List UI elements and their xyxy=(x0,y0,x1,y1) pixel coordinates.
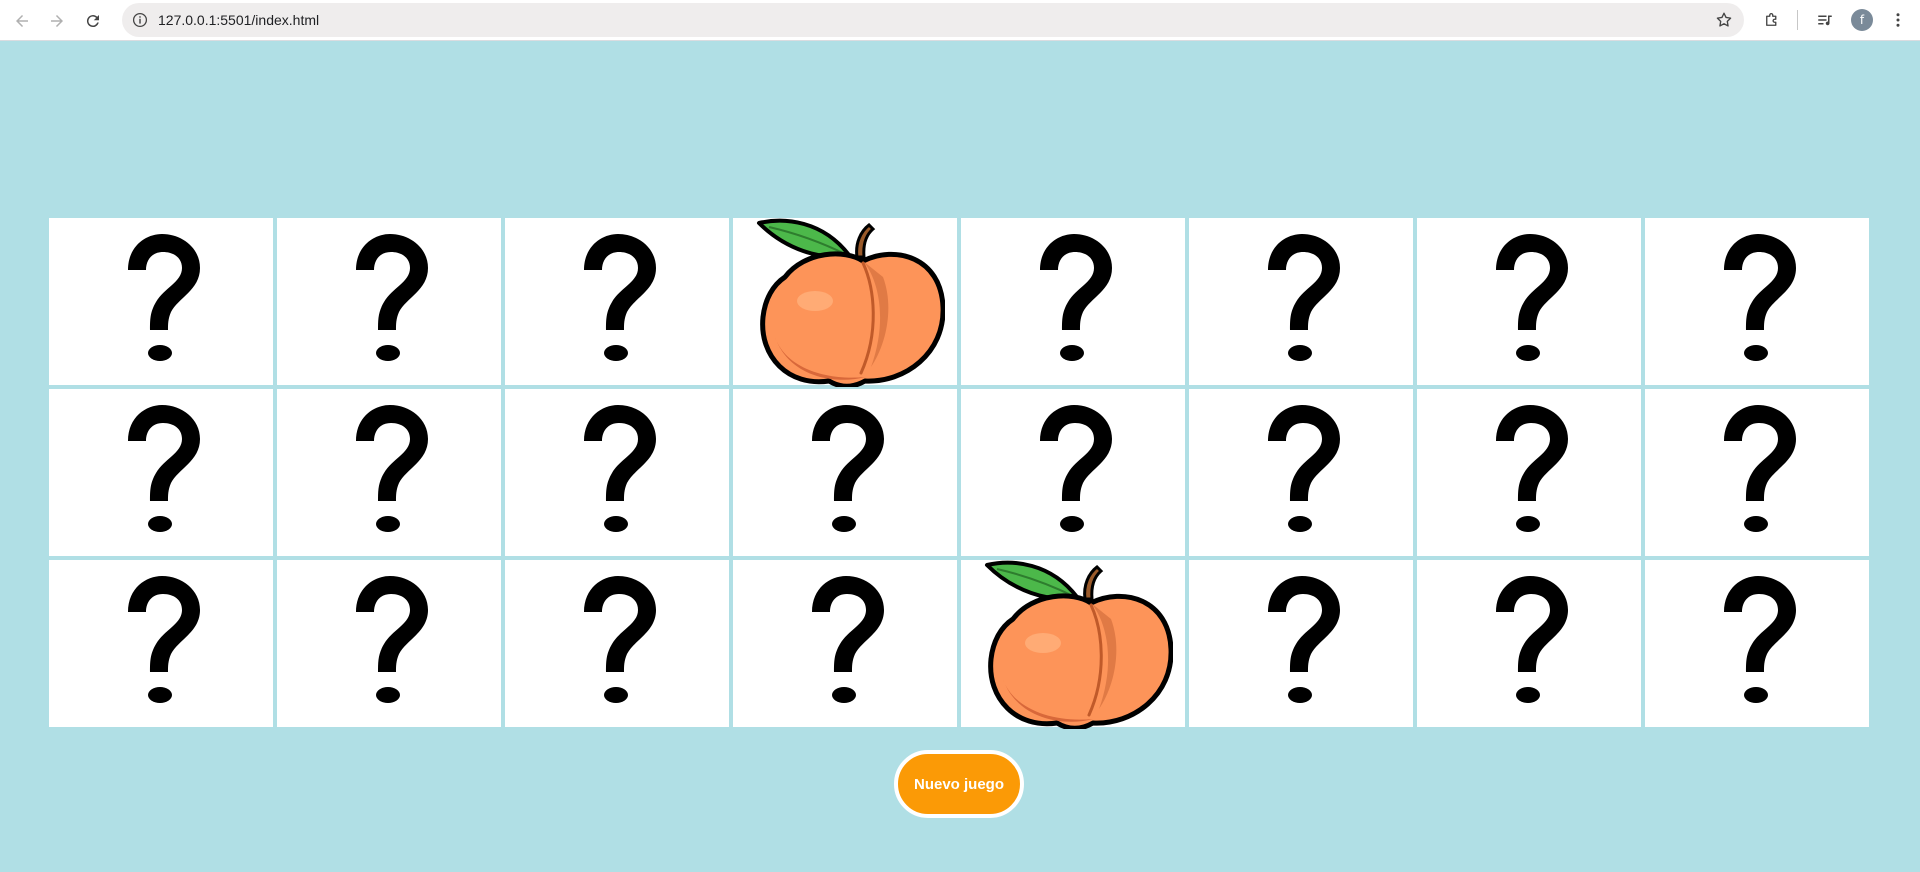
peach-icon xyxy=(757,218,945,387)
reload-icon[interactable] xyxy=(79,7,107,35)
question-mark-icon xyxy=(1496,404,1568,532)
question-mark-icon xyxy=(1724,404,1796,532)
profile-avatar[interactable]: f xyxy=(1851,9,1873,31)
card-hidden[interactable] xyxy=(49,218,273,385)
card-hidden[interactable] xyxy=(277,389,501,556)
card-hidden[interactable] xyxy=(1189,389,1413,556)
question-mark-icon xyxy=(1040,233,1112,361)
browser-toolbar: 127.0.0.1:5501/index.html f xyxy=(0,0,1920,41)
question-mark-icon xyxy=(1496,575,1568,703)
question-mark-icon xyxy=(1040,404,1112,532)
card-hidden[interactable] xyxy=(1189,560,1413,727)
card-hidden[interactable] xyxy=(1645,560,1869,727)
card-hidden[interactable] xyxy=(1645,389,1869,556)
forward-arrow-icon[interactable] xyxy=(43,7,71,35)
question-mark-icon xyxy=(1496,233,1568,361)
card-hidden[interactable] xyxy=(277,560,501,727)
card-revealed-peach[interactable] xyxy=(733,218,957,387)
card-hidden[interactable] xyxy=(505,560,729,727)
question-mark-icon xyxy=(812,404,884,532)
media-queue-icon[interactable] xyxy=(1813,8,1837,32)
question-mark-icon xyxy=(584,575,656,703)
card-hidden[interactable] xyxy=(961,218,1185,385)
question-mark-icon xyxy=(128,233,200,361)
question-mark-icon xyxy=(1268,575,1340,703)
memory-board xyxy=(49,218,1869,729)
puzzle-icon[interactable] xyxy=(1760,8,1784,32)
card-hidden[interactable] xyxy=(1417,560,1641,727)
question-mark-icon xyxy=(128,404,200,532)
question-mark-icon xyxy=(1724,575,1796,703)
card-hidden[interactable] xyxy=(505,218,729,385)
toolbar-divider xyxy=(1797,10,1798,30)
card-revealed-peach[interactable] xyxy=(961,560,1185,729)
card-hidden[interactable] xyxy=(49,389,273,556)
info-icon[interactable] xyxy=(130,10,150,30)
new-game-button[interactable]: Nuevo juego xyxy=(894,750,1024,818)
card-hidden[interactable] xyxy=(961,389,1185,556)
back-arrow-icon[interactable] xyxy=(8,7,36,35)
card-hidden[interactable] xyxy=(733,389,957,556)
card-hidden[interactable] xyxy=(505,389,729,556)
card-hidden[interactable] xyxy=(1189,218,1413,385)
kebab-menu-icon[interactable] xyxy=(1886,8,1910,32)
card-hidden[interactable] xyxy=(49,560,273,727)
address-bar[interactable]: 127.0.0.1:5501/index.html xyxy=(122,3,1744,37)
url-text: 127.0.0.1:5501/index.html xyxy=(158,12,320,28)
question-mark-icon xyxy=(128,575,200,703)
card-hidden[interactable] xyxy=(1417,389,1641,556)
question-mark-icon xyxy=(356,404,428,532)
question-mark-icon xyxy=(356,233,428,361)
question-mark-icon xyxy=(584,404,656,532)
card-hidden[interactable] xyxy=(1645,218,1869,385)
question-mark-icon xyxy=(1724,233,1796,361)
card-hidden[interactable] xyxy=(733,560,957,727)
question-mark-icon xyxy=(812,575,884,703)
card-hidden[interactable] xyxy=(1417,218,1641,385)
question-mark-icon xyxy=(584,233,656,361)
peach-icon xyxy=(985,560,1173,729)
question-mark-icon xyxy=(356,575,428,703)
card-hidden[interactable] xyxy=(277,218,501,385)
question-mark-icon xyxy=(1268,233,1340,361)
question-mark-icon xyxy=(1268,404,1340,532)
star-icon[interactable] xyxy=(1714,10,1734,30)
